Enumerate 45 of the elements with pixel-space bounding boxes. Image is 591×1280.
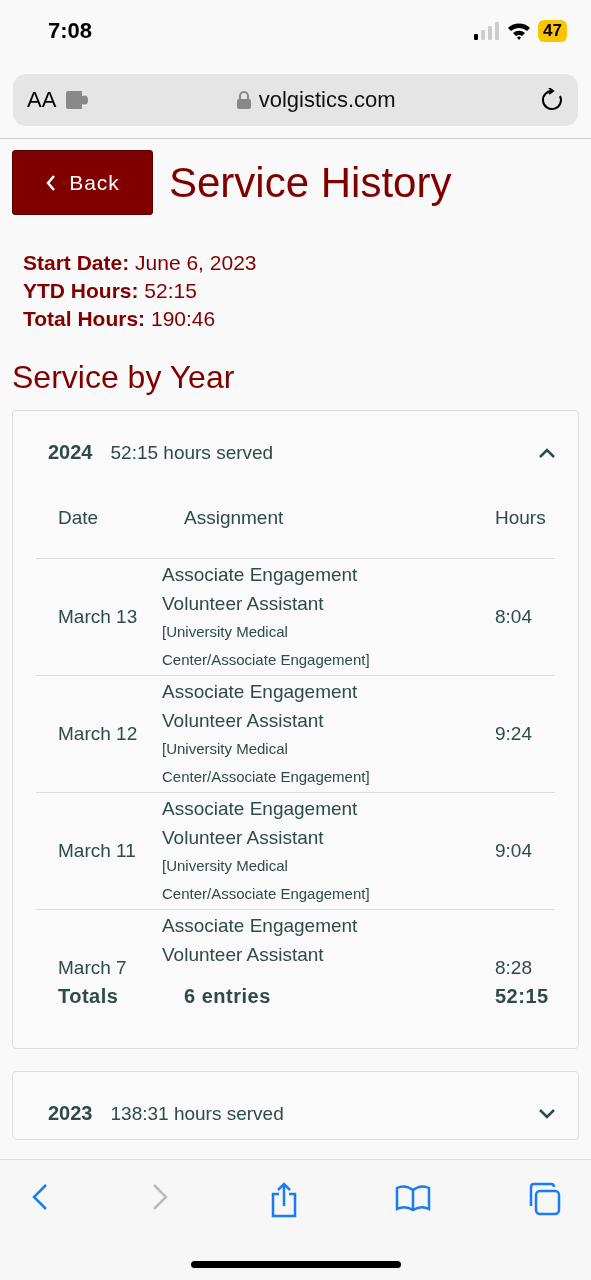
summary-line: YTD Hours: 52:15 <box>23 278 198 304</box>
entries-count: 6 entries <box>183 985 272 1008</box>
totals-label: Totals <box>57 985 120 1008</box>
assignment-name: Associate Engagement Volunteer Assistant <box>162 563 359 616</box>
column-header: Date <box>57 507 100 529</box>
hours-cell-text: 9:24 <box>494 723 533 745</box>
hours-served: 138:31 hours served <box>110 1102 284 1125</box>
wifi-icon <box>507 22 532 40</box>
reload-icon[interactable] <box>540 88 564 112</box>
back-button[interactable]: Back <box>12 150 153 215</box>
hours-cell-text: 9:04 <box>494 840 533 862</box>
signal-icon <box>474 22 501 40</box>
hours-cell-text: 8:04 <box>494 606 533 628</box>
section-title: Service by Year <box>12 359 236 396</box>
date-cell-text: March 13 <box>57 606 139 628</box>
chevron-left-icon <box>45 173 58 192</box>
assignment-name: Associate Engagement Volunteer Assistant <box>162 797 359 850</box>
year-label: 2024 <box>48 441 93 464</box>
summary-line: Total Hours: 190:46 <box>23 306 217 332</box>
clock: 7:08 <box>48 18 93 44</box>
hours-served: 52:15 hours served <box>110 441 274 464</box>
chevron-icon[interactable] <box>538 446 556 459</box>
assignment-location: [University Medical Center/Associate Engagement] <box>162 856 371 904</box>
year-label: 2023 <box>48 1102 93 1125</box>
assignment-location: [University Medical Center/Associate Engagement] <box>162 622 371 670</box>
book-icon[interactable] <box>394 1182 431 1212</box>
date-cell-text: March 7 <box>57 957 128 979</box>
total-hours: 52:15 <box>494 985 550 1008</box>
page-title: Service History <box>169 158 452 207</box>
address-bar[interactable]: AA volgistics.com <box>13 74 578 126</box>
chevron-icon[interactable] <box>538 1107 556 1120</box>
column-header: Assignment <box>183 507 285 529</box>
assignment-name: Associate Engagement Volunteer Assistant <box>162 680 359 733</box>
lock-icon <box>236 91 251 109</box>
url-text[interactable]: volgistics.com <box>258 87 396 113</box>
assignment-name: Associate Engagement Volunteer Assistant <box>162 914 359 967</box>
summary-line: Start Date: June 6, 2023 <box>23 250 258 276</box>
column-header: Hours <box>494 507 547 529</box>
hours-cell-text: 8:28 <box>494 957 533 979</box>
assignment-location: [University Medical Center/Associate Engagement] <box>162 739 371 787</box>
date-cell-text: March 11 <box>57 840 137 862</box>
text-size-button[interactable]: AA <box>27 87 57 113</box>
tabs-icon[interactable] <box>527 1182 561 1216</box>
battery-level: 47 <box>538 20 567 42</box>
date-cell-text: March 12 <box>57 723 139 745</box>
